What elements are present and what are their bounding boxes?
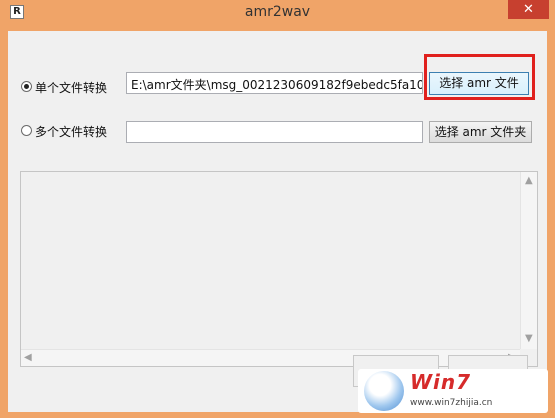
watermark-brand: Win7	[410, 370, 472, 394]
windows-logo-icon	[364, 371, 404, 411]
scroll-up-icon[interactable]: ▲	[525, 176, 533, 186]
single-file-path-input[interactable]: E:\amr文件夹\msg_0021230609182f9ebedc5fa106…	[126, 72, 423, 94]
single-file-label: 单个文件转换	[35, 81, 108, 95]
output-listbox[interactable]: ▲ ▼ ◀ ▶	[20, 171, 538, 367]
select-amr-folder-button[interactable]: 选择 amr 文件夹	[429, 121, 532, 143]
single-file-radio[interactable]	[21, 81, 32, 92]
watermark-logo: Win7 www.win7zhijia.cn	[358, 369, 548, 413]
close-button[interactable]: ✕	[508, 0, 549, 19]
horizontal-scrollbar[interactable]: ◀ ▶	[21, 349, 520, 366]
highlight-box	[424, 54, 535, 100]
window-title: amr2wav	[244, 4, 311, 20]
multi-file-radio[interactable]	[21, 125, 32, 136]
vertical-scrollbar[interactable]: ▲ ▼	[520, 172, 537, 349]
scroll-down-icon[interactable]: ▼	[525, 334, 533, 344]
multi-file-path-input[interactable]	[126, 121, 423, 143]
multi-file-label: 多个文件转换	[35, 125, 108, 139]
watermark-domain: www.win7zhijia.cn	[410, 398, 493, 408]
title-bar[interactable]: R amr2wav ✕	[0, 0, 555, 25]
application-window: R amr2wav ✕ 单个文件转换 E:\amr文件夹\msg_0021230…	[0, 0, 555, 418]
scroll-left-icon[interactable]: ◀	[24, 353, 32, 363]
